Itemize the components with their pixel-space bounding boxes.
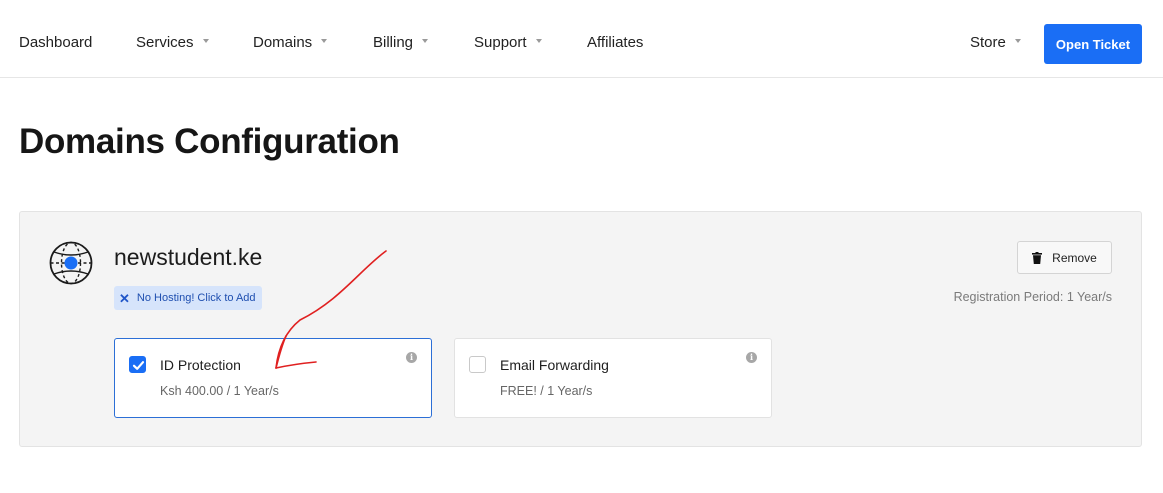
- no-hosting-badge[interactable]: ✕ No Hosting! Click to Add: [114, 286, 262, 310]
- remove-button[interactable]: Remove: [1017, 241, 1112, 274]
- caret-down-icon: [1014, 39, 1021, 44]
- nav-store[interactable]: Store: [970, 34, 1021, 51]
- caret-down-icon: [321, 39, 328, 44]
- info-icon[interactable]: i: [406, 352, 417, 363]
- nav-affiliates-label: Affiliates: [587, 34, 644, 51]
- checkmark-icon: [132, 361, 145, 370]
- nav-domains-label: Domains: [253, 34, 313, 51]
- addon-price: Ksh 400.00 / 1 Year/s: [160, 384, 279, 398]
- nav-support-label: Support: [474, 34, 527, 51]
- id-protection-checkbox[interactable]: [129, 356, 146, 373]
- globe-icon: [49, 241, 93, 285]
- domain-name: newstudent.ke: [114, 244, 263, 270]
- nav-affiliates[interactable]: Affiliates: [587, 34, 643, 51]
- domain-config-panel: newstudent.ke ✕ No Hosting! Click to Add…: [19, 211, 1142, 447]
- nav-services-label: Services: [136, 34, 194, 51]
- addon-price: FREE! / 1 Year/s: [500, 384, 593, 398]
- nav-dashboard-label: Dashboard: [19, 34, 93, 51]
- addon-name: Email Forwarding: [500, 357, 609, 373]
- addon-email-forwarding[interactable]: Email Forwarding FREE! / 1 Year/s i: [454, 338, 772, 418]
- no-hosting-label: No Hosting! Click to Add: [136, 292, 256, 304]
- open-ticket-button[interactable]: Open Ticket: [1044, 24, 1142, 64]
- trash-icon: [1032, 251, 1043, 264]
- caret-down-icon: [202, 39, 209, 44]
- email-forwarding-checkbox[interactable]: [469, 356, 486, 373]
- page-title: Domains Configuration: [19, 122, 400, 161]
- addon-id-protection[interactable]: ID Protection Ksh 400.00 / 1 Year/s i: [114, 338, 432, 418]
- nav-services[interactable]: Services: [136, 34, 209, 51]
- registration-period: Registration Period: 1 Year/s: [953, 290, 1112, 304]
- info-icon[interactable]: i: [746, 352, 757, 363]
- nav-domains[interactable]: Domains: [253, 34, 328, 51]
- caret-down-icon: [422, 39, 429, 44]
- nav-store-label: Store: [970, 34, 1006, 51]
- top-navigation: Dashboard Services Domains Billing Suppo…: [0, 0, 1163, 78]
- nav-dashboard[interactable]: Dashboard: [19, 34, 92, 51]
- nav-billing[interactable]: Billing: [373, 34, 429, 51]
- nav-support[interactable]: Support: [474, 34, 542, 51]
- addon-name: ID Protection: [160, 357, 241, 373]
- nav-billing-label: Billing: [373, 34, 414, 51]
- caret-down-icon: [535, 39, 542, 44]
- close-icon: ✕: [119, 290, 130, 306]
- remove-label: Remove: [1052, 250, 1097, 265]
